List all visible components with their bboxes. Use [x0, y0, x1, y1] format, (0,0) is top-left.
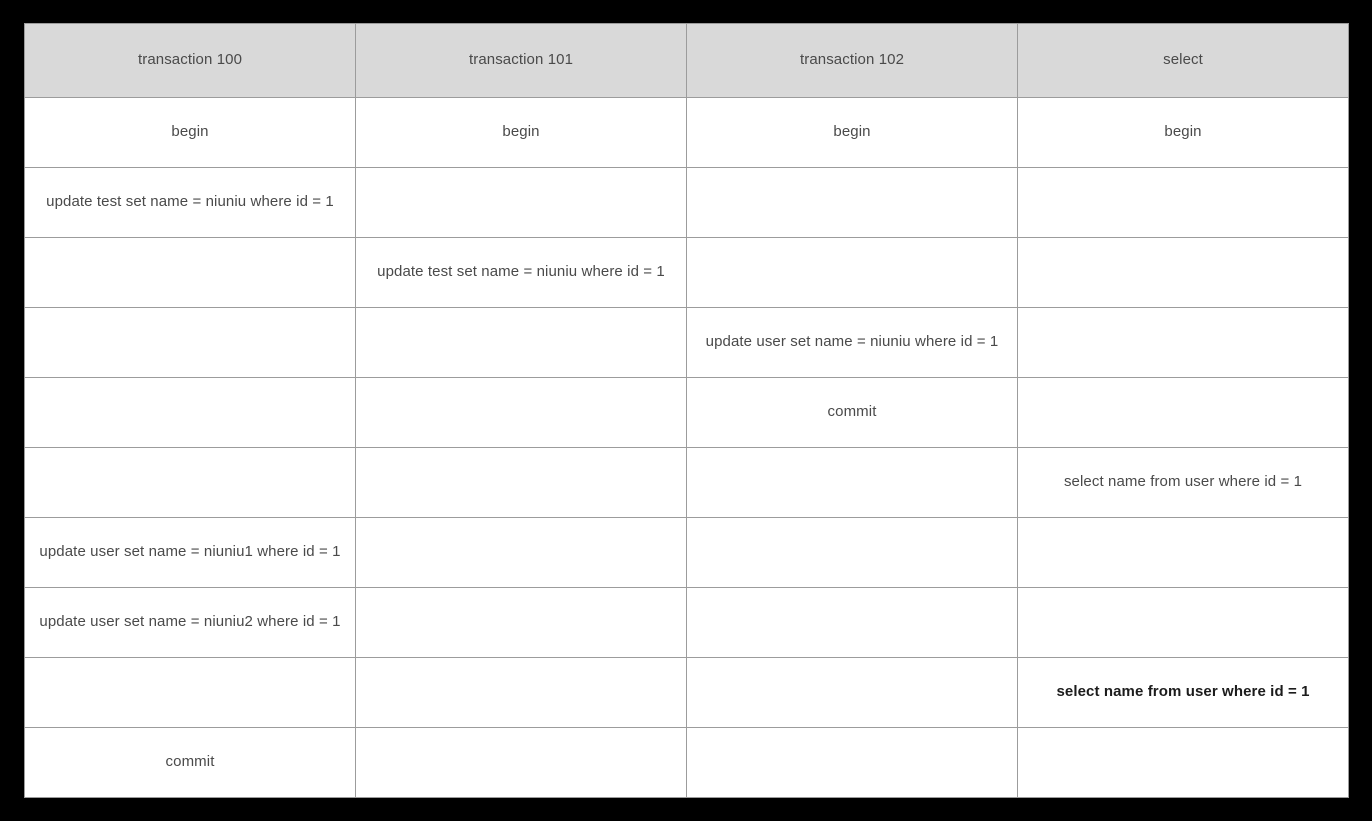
cell-select-r6 — [1017, 517, 1349, 588]
table-header-row: transaction 100 transaction 101 transactio… — [24, 23, 1349, 98]
cell-txn-102-r5 — [686, 447, 1018, 518]
cell-txn-101-r5 — [355, 447, 687, 518]
cell-text: update user set name = niuniu2 where id … — [39, 613, 341, 631]
cell-txn-102-r3[interactable]: update user set name = niuniu where id =… — [686, 307, 1018, 378]
cell-select-r0[interactable]: begin — [1017, 97, 1349, 168]
cell-txn-101-r2[interactable]: update test set name = niuniu where id =… — [355, 237, 687, 308]
cell-text: commit — [827, 403, 877, 421]
column-header-txn-100[interactable]: transaction 100 — [24, 23, 356, 98]
cell-txn-101-r8 — [355, 657, 687, 728]
table-row: commit — [24, 727, 1349, 798]
table-row: update user set name = niuniu2 where id … — [24, 587, 1349, 658]
cell-text: commit — [165, 753, 215, 771]
cell-txn-102-r4[interactable]: commit — [686, 377, 1018, 448]
cell-text: begin — [1164, 123, 1202, 141]
cell-txn-100-r7[interactable]: update user set name = niuniu2 where id … — [24, 587, 356, 658]
cell-txn-101-r7 — [355, 587, 687, 658]
table-row: commit — [24, 377, 1349, 448]
cell-txn-100-r6[interactable]: update user set name = niuniu1 where id … — [24, 517, 356, 588]
column-header-label: select — [1163, 51, 1203, 69]
transaction-timeline-table-container: transaction 100 transaction 101 transactio… — [24, 23, 1349, 798]
cell-txn-101-r4 — [355, 377, 687, 448]
column-header-txn-102[interactable]: transaction 102 — [686, 23, 1018, 98]
cell-text: update user set name = niuniu where id =… — [705, 333, 999, 351]
cell-text: update user set name = niuniu1 where id … — [39, 543, 341, 561]
cell-txn-101-r1 — [355, 167, 687, 238]
cell-txn-102-r0[interactable]: begin — [686, 97, 1018, 168]
cell-select-r1 — [1017, 167, 1349, 238]
cell-txn-102-r6 — [686, 517, 1018, 588]
column-header-select[interactable]: select — [1017, 23, 1349, 98]
cell-txn-100-r2 — [24, 237, 356, 308]
table-row: begin begin begin begin — [24, 97, 1349, 168]
cell-select-r4 — [1017, 377, 1349, 448]
cell-text: select name from user where id = 1 — [1056, 683, 1310, 701]
cell-text: select name from user where id = 1 — [1063, 473, 1303, 491]
cell-select-r5[interactable]: select name from user where id = 1 — [1017, 447, 1349, 518]
cell-select-r2 — [1017, 237, 1349, 308]
table-row: update user set name = niuniu1 where id … — [24, 517, 1349, 588]
table-header: transaction 100 transaction 101 transactio… — [24, 23, 1349, 98]
column-header-label: transaction 100 — [137, 51, 243, 69]
cell-txn-102-r9 — [686, 727, 1018, 798]
cell-select-r7 — [1017, 587, 1349, 658]
page-root: transaction 100 transaction 101 transactio… — [0, 0, 1372, 821]
table-row: select name from user where id = 1 — [24, 657, 1349, 728]
cell-select-r3 — [1017, 307, 1349, 378]
cell-txn-100-r3 — [24, 307, 356, 378]
table-row: update test set name = niuniu where id =… — [24, 237, 1349, 308]
table-row: update user set name = niuniu where id =… — [24, 307, 1349, 378]
cell-txn-100-r1[interactable]: update test set name = niuniu where id =… — [24, 167, 356, 238]
cell-txn-101-r0[interactable]: begin — [355, 97, 687, 168]
table-body: begin begin begin begin update test set name… — [24, 97, 1349, 798]
cell-text: begin — [502, 123, 540, 141]
cell-txn-101-r6 — [355, 517, 687, 588]
column-header-label: transaction 102 — [799, 51, 905, 69]
cell-select-r8[interactable]: select name from user where id = 1 — [1017, 657, 1349, 728]
cell-text: begin — [833, 123, 871, 141]
cell-text: begin — [171, 123, 209, 141]
cell-txn-100-r5 — [24, 447, 356, 518]
cell-txn-102-r8 — [686, 657, 1018, 728]
transaction-timeline-table: transaction 100 transaction 101 transactio… — [24, 23, 1349, 798]
cell-txn-100-r0[interactable]: begin — [24, 97, 356, 168]
cell-txn-100-r9[interactable]: commit — [24, 727, 356, 798]
cell-txn-101-r9 — [355, 727, 687, 798]
column-header-txn-101[interactable]: transaction 101 — [355, 23, 687, 98]
cell-txn-102-r2 — [686, 237, 1018, 308]
cell-txn-102-r7 — [686, 587, 1018, 658]
cell-txn-100-r8 — [24, 657, 356, 728]
cell-txn-101-r3 — [355, 307, 687, 378]
cell-txn-102-r1 — [686, 167, 1018, 238]
cell-txn-100-r4 — [24, 377, 356, 448]
table-row: update test set name = niuniu where id =… — [24, 167, 1349, 238]
column-header-label: transaction 101 — [468, 51, 574, 69]
cell-text: update test set name = niuniu where id =… — [46, 193, 334, 211]
table-row: select name from user where id = 1 — [24, 447, 1349, 518]
cell-select-r9 — [1017, 727, 1349, 798]
cell-text: update test set name = niuniu where id =… — [377, 263, 665, 281]
